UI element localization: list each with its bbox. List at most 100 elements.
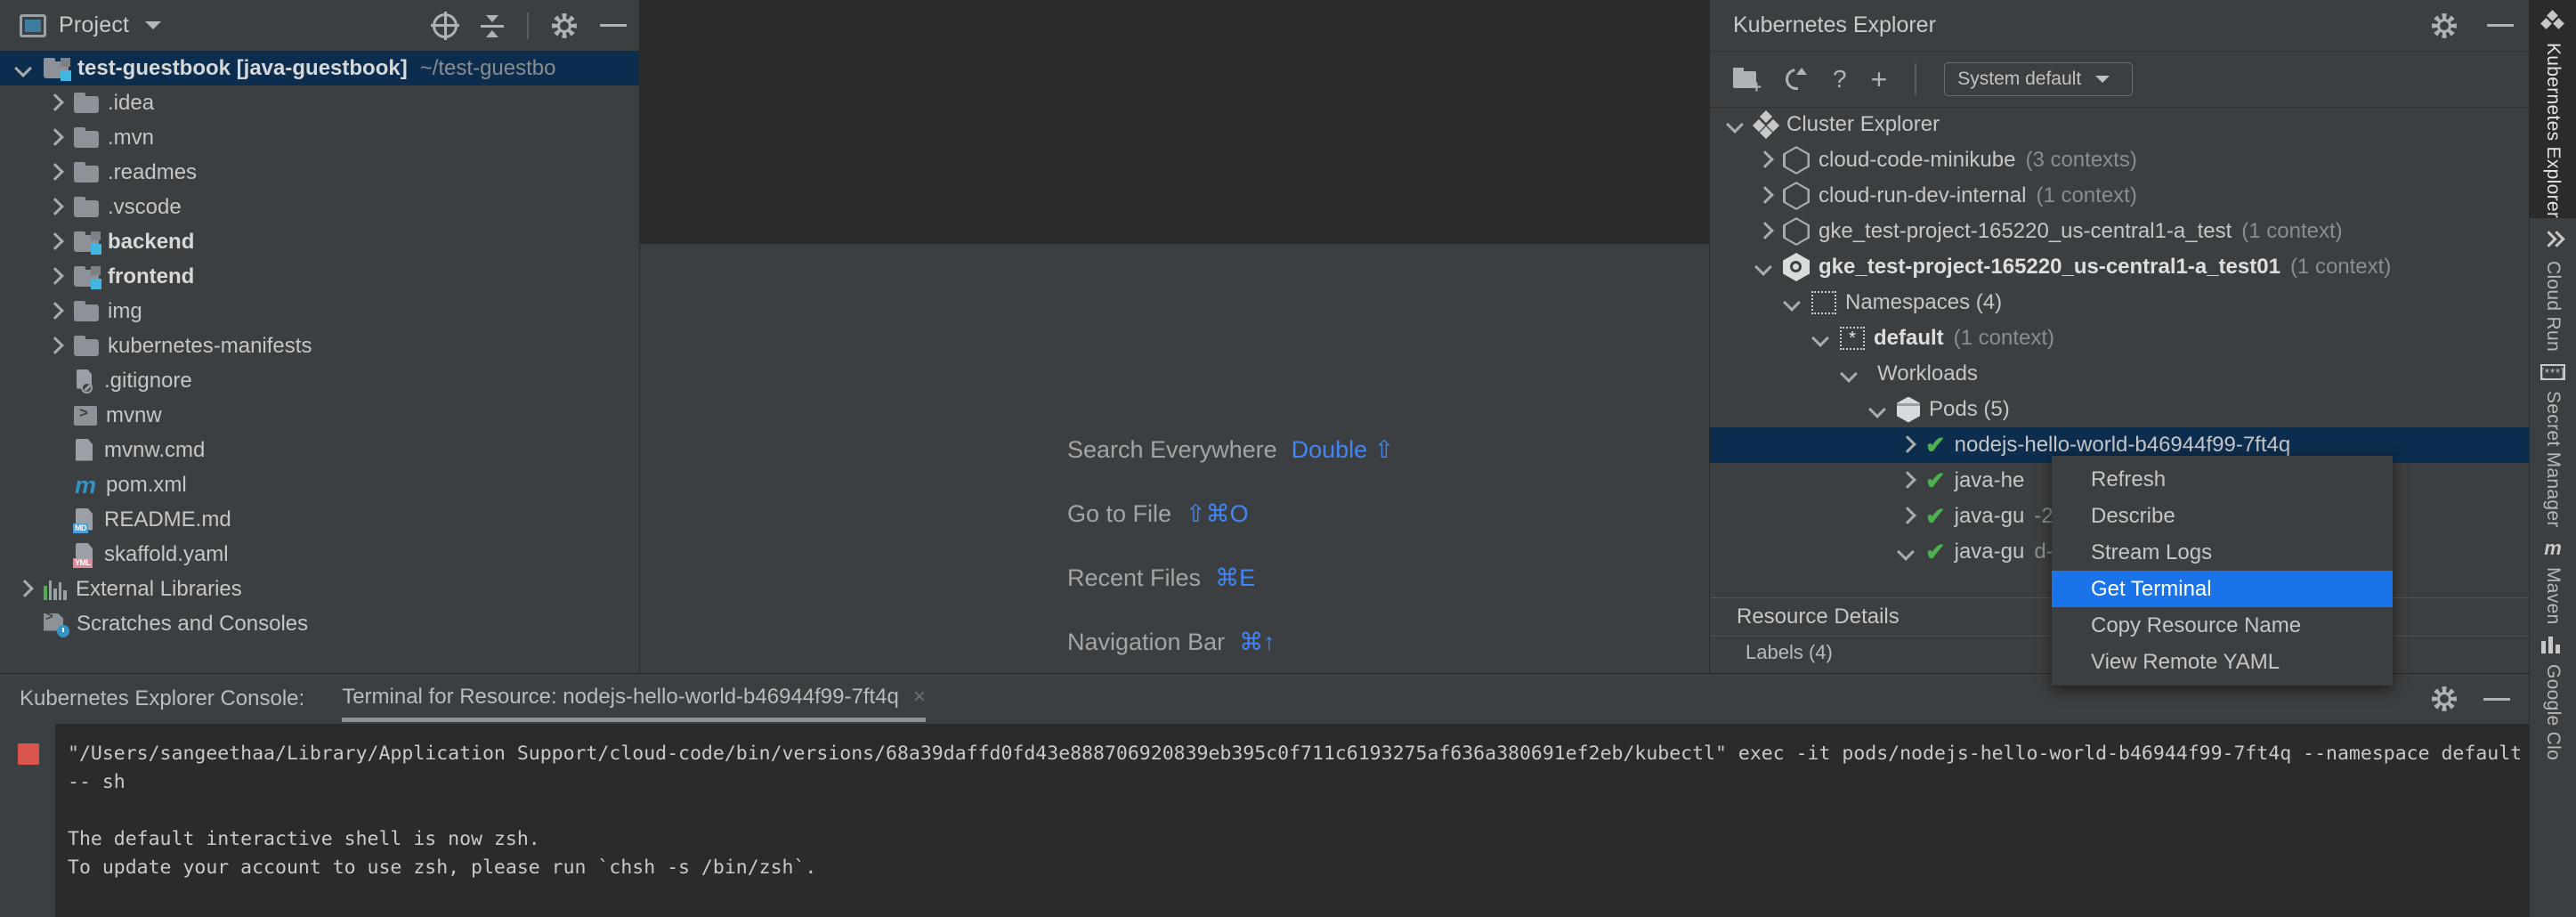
tool-tab-secret-manager[interactable]: [***]Secret Manager xyxy=(2530,352,2576,528)
chevron-down-icon[interactable] xyxy=(1781,291,1804,314)
project-tree-item[interactable]: mvnw.cmd xyxy=(0,433,639,467)
pod-ready-icon: ✔ xyxy=(1925,541,1946,563)
chevron-right-icon[interactable] xyxy=(1753,184,1776,207)
k8s-tree-item[interactable]: gke_test-project-165220_us-central1-a_te… xyxy=(1710,214,2530,249)
locate-icon[interactable] xyxy=(433,13,458,38)
project-tree-item[interactable]: .vscode xyxy=(0,190,639,224)
close-icon[interactable]: × xyxy=(913,685,926,710)
tool-tab-kubernetes-explorer[interactable]: Kubernetes Explorer xyxy=(2530,0,2576,218)
project-tree-item-label: .mvn xyxy=(108,126,154,150)
maven-pom-icon: m xyxy=(74,476,97,494)
chevron-down-icon[interactable] xyxy=(1838,362,1861,385)
hide-icon[interactable] xyxy=(600,24,627,27)
context-menu-item[interactable]: Refresh xyxy=(2052,461,2393,498)
project-tree-item[interactable]: backend xyxy=(0,224,639,259)
add-cluster-icon[interactable]: + xyxy=(1733,68,1760,91)
settings-icon[interactable] xyxy=(552,13,577,38)
tree-spacer xyxy=(43,508,66,532)
cluster-explorer-icon xyxy=(1754,113,1778,136)
chevron-right-icon[interactable] xyxy=(43,126,66,150)
project-tree-item[interactable]: mpom.xml xyxy=(0,467,639,502)
k8s-tree-item-suffix: (1 context) xyxy=(1954,326,2054,351)
chevron-right-icon[interactable] xyxy=(43,335,66,358)
context-menu-item[interactable]: Describe xyxy=(2052,498,2393,534)
k8s-tree-item[interactable]: Namespaces (4) xyxy=(1710,285,2530,321)
chevron-right-icon[interactable] xyxy=(1895,434,1918,457)
chevron-down-icon[interactable] xyxy=(1724,113,1747,136)
console-title: Kubernetes Explorer Console: xyxy=(0,686,304,711)
chevron-right-icon[interactable] xyxy=(43,265,66,288)
chevron-right-icon[interactable] xyxy=(1895,505,1918,528)
chevron-right-icon[interactable] xyxy=(1753,220,1776,243)
tool-tab-maven[interactable]: mMaven xyxy=(2530,528,2576,625)
chevron-down-icon[interactable] xyxy=(1753,256,1776,279)
k8s-tree-item[interactable]: gke_test-project-165220_us-central1-a_te… xyxy=(1710,249,2530,285)
project-tree-item[interactable]: img xyxy=(0,294,639,329)
context-menu-item[interactable]: Stream Logs xyxy=(2052,534,2393,571)
toolbar-divider xyxy=(1915,63,1916,95)
project-tree-item[interactable]: mvnw xyxy=(0,398,639,433)
project-tree-item[interactable]: Scratches and Consoles xyxy=(0,606,639,641)
project-tree-item[interactable]: .idea xyxy=(0,85,639,120)
context-menu-item[interactable]: Get Terminal xyxy=(2052,571,2393,607)
chevron-right-icon[interactable] xyxy=(12,578,36,601)
k8s-tree-item[interactable]: cloud-run-dev-internal(1 context) xyxy=(1710,178,2530,214)
project-tree-item-label: .idea xyxy=(108,91,154,116)
chevron-right-icon[interactable] xyxy=(1895,469,1918,492)
k8s-tree-item-suffix: (3 contexts) xyxy=(2025,148,2136,173)
project-tree-item[interactable]: .gitignore xyxy=(0,363,639,398)
pod-ready-icon: ✔ xyxy=(1925,506,1946,527)
k8s-tree-item[interactable]: cloud-code-minikube(3 contexts) xyxy=(1710,142,2530,178)
chevron-right-icon[interactable] xyxy=(43,161,66,184)
project-tree-item-label: .readmes xyxy=(108,160,197,185)
context-select[interactable]: System default xyxy=(1944,62,2133,96)
terminal-output[interactable]: "/Users/sangeethaa/Library/Application S… xyxy=(55,724,2530,917)
chevron-right-icon[interactable] xyxy=(43,92,66,115)
tool-tab-cloud-run[interactable]: Cloud Run xyxy=(2530,218,2576,352)
settings-icon[interactable] xyxy=(2432,686,2457,711)
add-icon[interactable]: + xyxy=(1871,67,1888,92)
project-tree-item[interactable]: test-guestbook [java-guestbook]~/test-gu… xyxy=(0,51,639,85)
project-tree-item[interactable]: YMLskaffold.yaml xyxy=(0,537,639,572)
yaml-file-icon: YML xyxy=(74,542,95,567)
hide-icon[interactable] xyxy=(2483,698,2510,701)
hide-icon[interactable] xyxy=(2487,24,2514,27)
project-tree-item[interactable]: .readmes xyxy=(0,155,639,190)
k8s-tree-item[interactable]: Cluster Explorer xyxy=(1710,107,2530,142)
refresh-icon[interactable] xyxy=(1784,67,1809,92)
chevron-right-icon[interactable] xyxy=(43,196,66,219)
chevron-right-icon[interactable] xyxy=(43,300,66,323)
project-tree[interactable]: test-guestbook [java-guestbook]~/test-gu… xyxy=(0,51,639,673)
k8s-tree-item[interactable]: *default(1 context) xyxy=(1710,321,2530,356)
tool-tab-google-clo[interactable]: Google Clo xyxy=(2530,624,2576,760)
collapse-all-icon[interactable] xyxy=(481,13,504,38)
project-tree-item[interactable]: .mvn xyxy=(0,120,639,155)
help-icon[interactable]: ? xyxy=(1833,67,1847,92)
project-tree-item-label: img xyxy=(108,299,142,324)
chevron-down-icon[interactable] xyxy=(1867,398,1890,421)
project-tree-item[interactable]: External Libraries xyxy=(0,572,639,606)
chevron-down-icon[interactable] xyxy=(12,57,36,80)
module-folder-icon xyxy=(44,58,69,78)
text-file-icon xyxy=(74,438,95,463)
pod-context-menu[interactable]: RefreshDescribeStream LogsGet TerminalCo… xyxy=(2052,456,2393,686)
console-tab-terminal[interactable]: Terminal for Resource: nodejs-hello-worl… xyxy=(342,685,926,713)
k8s-tree-item[interactable]: Pods (5) xyxy=(1710,392,2530,427)
k8s-tree-item[interactable]: Workloads xyxy=(1710,356,2530,392)
settings-icon[interactable] xyxy=(2432,13,2457,38)
chevron-right-icon[interactable] xyxy=(1753,149,1776,172)
chevron-down-icon[interactable] xyxy=(145,21,161,29)
context-menu-item[interactable]: Copy Resource Name xyxy=(2052,607,2393,644)
context-menu-item[interactable]: View Remote YAML xyxy=(2052,644,2393,680)
chevron-down-icon[interactable] xyxy=(1810,327,1833,350)
project-tree-item[interactable]: frontend xyxy=(0,259,639,294)
folder-icon xyxy=(74,336,99,356)
stop-icon[interactable] xyxy=(18,743,39,765)
project-tree-item[interactable]: MDREADME.md xyxy=(0,502,639,537)
project-tree-item[interactable]: kubernetes-manifests xyxy=(0,329,639,363)
tool-tab-label: Kubernetes Explorer xyxy=(2542,43,2564,218)
chevron-right-icon[interactable] xyxy=(43,231,66,254)
folder-icon xyxy=(74,93,99,113)
k8s-tree-item-label: Workloads xyxy=(1877,361,1978,386)
chevron-down-icon[interactable] xyxy=(1895,540,1918,564)
